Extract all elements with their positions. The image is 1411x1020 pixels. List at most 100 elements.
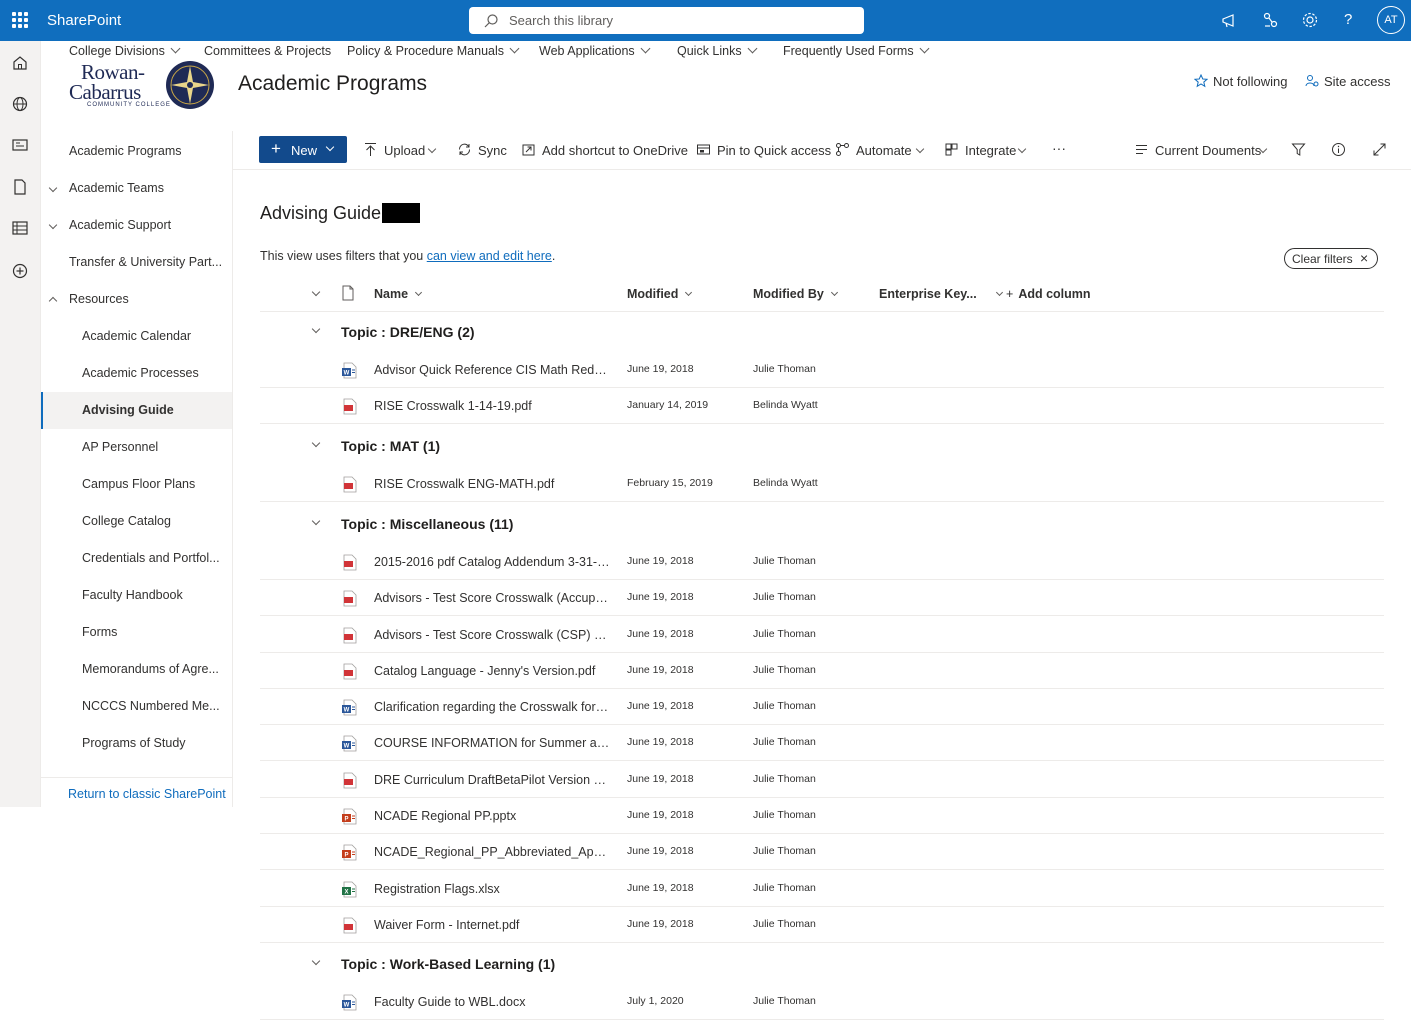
hub-nav-item[interactable]: Committees & Projects [204, 44, 331, 58]
nav-item-academic-teams[interactable]: Academic Teams [41, 170, 232, 207]
file-name-link[interactable]: Catalog Language - Jenny's Version.pdf [374, 664, 610, 678]
hub-nav-item[interactable]: Policy & Procedure Manuals [347, 43, 520, 58]
hub-nav-item[interactable]: Quick Links [677, 43, 758, 58]
clear-filters-button[interactable]: Clear filters × [1284, 248, 1378, 269]
table-row[interactable]: 2015-2016 pdf Catalog Addendum 3-31-20..… [260, 544, 1384, 580]
modified-by[interactable]: Julie Thoman [753, 664, 816, 676]
expand-icon[interactable] [1372, 142, 1387, 157]
app-launcher-icon[interactable] [12, 12, 28, 28]
file-name-link[interactable]: 2015-2016 pdf Catalog Addendum 3-31-20..… [374, 555, 610, 569]
nav-item-memorandums[interactable]: Memorandums of Agre... [41, 651, 232, 688]
modified-by[interactable]: Julie Thoman [753, 700, 816, 712]
file-name-link[interactable]: Waiver Form - Internet.pdf [374, 918, 610, 932]
add-column-button[interactable]: + Add column [1006, 287, 1091, 301]
modified-by[interactable]: Julie Thoman [753, 773, 816, 785]
news-icon[interactable] [11, 136, 29, 154]
chevron-down-icon[interactable] [311, 438, 321, 448]
hub-nav-item[interactable]: College Divisions [69, 43, 181, 58]
search-input[interactable] [509, 11, 849, 30]
modified-by[interactable]: Julie Thoman [753, 591, 816, 603]
nav-item-academic-processes[interactable]: Academic Processes [41, 355, 232, 392]
chevron-down-icon[interactable] [311, 956, 321, 966]
more-options-button[interactable]: ··· [1052, 140, 1066, 156]
create-plus-icon[interactable] [11, 262, 29, 280]
modified-by[interactable]: Julie Thoman [753, 995, 816, 1007]
table-row[interactable]: W Faculty Guide to WBL.docx July 1, 2020 Ju… [260, 984, 1384, 1020]
globe-icon[interactable] [11, 95, 29, 113]
nav-item-academic-calendar[interactable]: Academic Calendar [41, 318, 232, 355]
file-name-link[interactable]: NCADE_Regional_PP_Abbreviated_April_20..… [374, 845, 610, 859]
column-header-enterprise-keywords[interactable]: Enterprise Key... [879, 287, 1003, 301]
hub-nav-item[interactable]: Frequently Used Forms [783, 43, 930, 58]
modified-by[interactable]: Julie Thoman [753, 555, 816, 567]
modified-by[interactable]: Julie Thoman [753, 736, 816, 748]
view-edit-filters-link[interactable]: can view and edit here [427, 249, 552, 263]
document-icon[interactable] [11, 178, 29, 196]
site-title[interactable]: Academic Programs [238, 72, 427, 96]
file-type-icon[interactable] [341, 285, 355, 301]
file-name-link[interactable]: Advisors - Test Score Crosswalk (Accupla… [374, 591, 610, 605]
site-access-button[interactable]: Site access [1305, 74, 1390, 89]
info-icon[interactable] [1331, 142, 1346, 157]
nav-item-academic-support[interactable]: Academic Support [41, 207, 232, 244]
group-header[interactable]: Topic : Work-Based Learning (1) [260, 946, 1384, 982]
chevron-down-icon[interactable] [311, 287, 321, 297]
table-row[interactable]: DRE Curriculum DraftBetaPilot Version Re… [260, 762, 1384, 798]
group-header[interactable]: Topic : MAT (1) [260, 428, 1384, 464]
nav-item-ap-personnel[interactable]: AP Personnel [41, 429, 232, 466]
column-header-modified[interactable]: Modified [627, 287, 693, 301]
table-row[interactable]: RISE Crosswalk 1-14-19.pdf January 14, 20… [260, 388, 1384, 424]
list-icon[interactable] [11, 219, 29, 237]
site-logo[interactable]: Rowan- Cabarrus COMMUNITY COLLEGE [69, 60, 215, 112]
table-row[interactable]: Waiver Form - Internet.pdf June 19, 2018 J… [260, 907, 1384, 943]
nav-item-college-catalog[interactable]: College Catalog [41, 503, 232, 540]
table-row[interactable]: X Registration Flags.xlsx June 19, 2018 Jul… [260, 871, 1384, 907]
follow-button[interactable]: Not following [1194, 74, 1287, 89]
chevron-down-icon[interactable] [48, 220, 58, 230]
nav-item-resources[interactable]: Resources [41, 281, 232, 318]
chevron-up-icon[interactable] [48, 296, 58, 306]
file-name-link[interactable]: RISE Crosswalk ENG-MATH.pdf [374, 477, 610, 491]
chevron-down-icon[interactable] [311, 516, 321, 526]
return-to-classic-link[interactable]: Return to classic SharePoint [68, 787, 226, 801]
modified-by[interactable]: Julie Thoman [753, 845, 816, 857]
table-row[interactable]: Advisors - Test Score Crosswalk (CSP) - … [260, 617, 1384, 653]
table-row[interactable]: P NCADE_Regional_PP_Abbreviated_April_20.… [260, 834, 1384, 870]
nav-item-academic-programs[interactable]: Academic Programs [41, 133, 232, 170]
file-name-link[interactable]: Advisor Quick Reference CIS Math Red EN.… [374, 363, 610, 377]
file-name-link[interactable]: Advisors - Test Score Crosswalk (CSP) - … [374, 628, 610, 642]
avatar[interactable]: AT [1377, 6, 1405, 34]
modified-by[interactable]: Julie Thoman [753, 628, 816, 640]
filter-icon[interactable] [1291, 142, 1306, 157]
table-row[interactable]: W Advisor Quick Reference CIS Math Red EN… [260, 352, 1384, 388]
file-name-link[interactable]: NCADE Regional PP.pptx [374, 809, 610, 823]
chevron-down-icon[interactable] [48, 183, 58, 193]
file-name-link[interactable]: DRE Curriculum DraftBetaPilot Version Re… [374, 773, 610, 787]
group-header[interactable]: Topic : DRE/ENG (2) [260, 314, 1384, 350]
modified-by[interactable]: Belinda Wyatt [753, 477, 818, 489]
home-icon[interactable] [11, 54, 29, 72]
nav-item-advising-guide[interactable]: Advising Guide [41, 392, 232, 429]
settings-gear-icon[interactable] [1301, 11, 1321, 31]
nav-item-faculty-handbook[interactable]: Faculty Handbook [41, 577, 232, 614]
nav-item-ncccs-numbered[interactable]: NCCCS Numbered Me... [41, 688, 232, 725]
nav-item-credentials[interactable]: Credentials and Portfol... [41, 540, 232, 577]
table-row[interactable]: Catalog Language - Jenny's Version.pdf Ju… [260, 653, 1384, 689]
feedback-megaphone-icon[interactable] [1220, 11, 1240, 31]
nav-item-forms[interactable]: Forms [41, 614, 232, 651]
modified-by[interactable]: Julie Thoman [753, 809, 816, 821]
nav-item-transfer-university[interactable]: Transfer & University Part... [41, 244, 232, 281]
table-row[interactable]: Advisors - Test Score Crosswalk (Accupla… [260, 580, 1384, 616]
column-header-modified-by[interactable]: Modified By [753, 287, 838, 301]
hub-nav-item[interactable]: Web Applications [539, 43, 651, 58]
nav-item-programs-of-study[interactable]: Programs of Study [41, 725, 232, 762]
table-row[interactable]: RISE Crosswalk ENG-MATH.pdf February 15, … [260, 466, 1384, 502]
modified-by[interactable]: Belinda Wyatt [753, 399, 818, 411]
help-icon[interactable]: ? [1344, 11, 1364, 31]
chevron-down-icon[interactable] [311, 324, 321, 334]
modified-by[interactable]: Julie Thoman [753, 363, 816, 375]
table-row[interactable]: P NCADE Regional PP.pptx June 19, 2018 Juli… [260, 798, 1384, 834]
file-name-link[interactable]: COURSE INFORMATION for Summer and Fa... [374, 736, 610, 750]
app-name[interactable]: SharePoint [47, 12, 121, 29]
nav-item-campus-floor-plans[interactable]: Campus Floor Plans [41, 466, 232, 503]
